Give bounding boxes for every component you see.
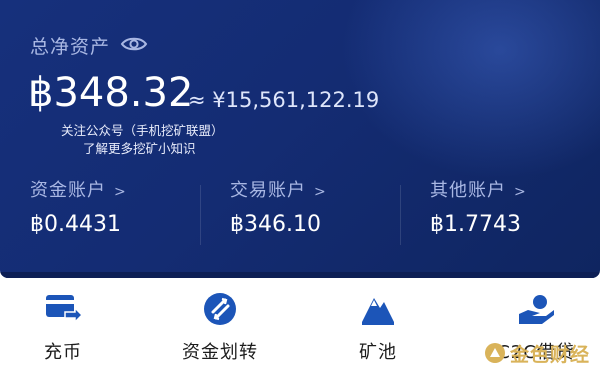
lending-icon [519, 295, 554, 324]
promo-note-2: 了解更多挖矿小知识 [83, 141, 196, 156]
fiat-equivalent: ≈ ¥15,561,122.19 [188, 88, 380, 112]
chevron-right-icon: > [514, 184, 527, 200]
deposit-button[interactable]: 充币 [3, 290, 123, 364]
divider [200, 185, 201, 245]
chevron-right-icon: > [314, 184, 327, 200]
jinse-logo-icon [485, 343, 505, 363]
account-fund-label: 资金账户 [30, 180, 106, 201]
eye-icon[interactable] [120, 35, 148, 53]
watermark-text: 金色财经 [510, 343, 591, 366]
account-fund-link[interactable]: 资金账户 > [30, 176, 127, 202]
account-other-link[interactable]: 其他账户 > [430, 176, 527, 202]
card-edge [0, 272, 600, 278]
total-balance: ฿348.32 [28, 70, 194, 116]
jinse-watermark: 金色财经 [484, 339, 592, 367]
mining-pool-label: 矿池 [359, 342, 397, 363]
transfer-button[interactable]: 资金划转 [160, 290, 280, 364]
promo-note-1: 关注公众号（手机挖矿联盟） [61, 123, 224, 138]
account-fund-value: ฿0.4431 [30, 212, 121, 237]
asset-summary-card: 总净资产 ฿348.32 ≈ ¥15,561,122.19 关注公众号（手机挖矿… [0, 0, 600, 278]
account-trade-value: ฿346.10 [230, 212, 321, 237]
deposit-icon [46, 295, 83, 324]
account-trade-link[interactable]: 交易账户 > [230, 176, 327, 202]
transfer-icon [204, 293, 236, 325]
total-assets-label: 总净资产 [30, 36, 111, 58]
divider [400, 185, 401, 245]
deposit-label: 充币 [44, 342, 82, 363]
account-other-value: ฿1.7743 [430, 212, 521, 237]
account-trade-label: 交易账户 [230, 180, 306, 201]
account-other-label: 其他账户 [430, 180, 506, 201]
chevron-right-icon: > [114, 184, 127, 200]
mining-pool-button[interactable]: 矿池 [318, 290, 438, 364]
mining-pool-icon [362, 298, 394, 325]
transfer-label: 资金划转 [182, 342, 258, 363]
